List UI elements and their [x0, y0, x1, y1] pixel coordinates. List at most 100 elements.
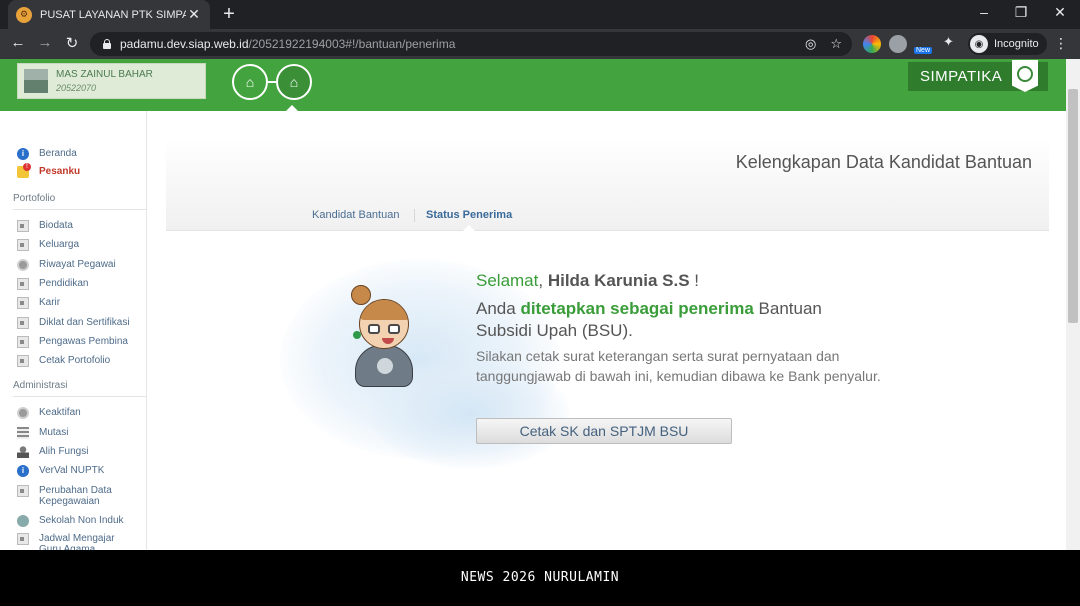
building-icon: ⌂: [245, 74, 255, 90]
close-window-icon[interactable]: ✕: [1050, 4, 1070, 21]
color-extension-icon[interactable]: [863, 35, 881, 53]
tracking-protection-icon[interactable]: ◎: [805, 36, 816, 52]
sidebar-item-label: Riwayat Pegawai: [39, 259, 116, 270]
tab-kandidat-bantuan[interactable]: Kandidat Bantuan: [312, 209, 399, 221]
brand-name: SIMPATIKA: [920, 68, 1003, 85]
active-tab-caret: [463, 225, 475, 231]
sidebar-item-label: Perubahan Data Kepegawaian: [39, 485, 112, 507]
user-name: MAS ZAINUL BAHAR: [56, 69, 153, 80]
sidebar-item-cetak-portofolio[interactable]: Cetak Portofolio: [17, 355, 110, 367]
portfolio-heading: Portofolio: [13, 193, 56, 204]
globe-extension-icon[interactable]: [889, 35, 907, 53]
sidebar-item-label: Sekolah Non Induk: [39, 515, 124, 526]
sidebar-item-label: Beranda: [39, 148, 77, 159]
puzzle-extensions-icon[interactable]: ✦: [943, 34, 961, 52]
user-card[interactable]: MAS ZAINUL BAHAR 20522070: [17, 63, 206, 99]
forward-icon[interactable]: →: [35, 34, 55, 51]
tab-status-penerima[interactable]: Status Penerima: [426, 209, 512, 221]
sidebar-item-label: Diklat dan Sertifikasi: [39, 317, 130, 328]
gear-icon: [17, 259, 29, 271]
sidebar-item-perubahan-data[interactable]: Perubahan Data Kepegawaian: [17, 485, 127, 507]
divider: [13, 396, 147, 397]
web-page: MAS ZAINUL BAHAR 20522070 ⌂ ⌂ SIMPATIKA …: [0, 59, 1080, 550]
sidebar-item-beranda[interactable]: i Beranda: [17, 148, 77, 160]
active-pointer: [285, 105, 299, 112]
new-extension-icon[interactable]: New: [914, 34, 936, 54]
simpatika-favicon-icon: ⚙: [16, 6, 32, 23]
network-icon: [17, 515, 29, 527]
browser-menu-icon[interactable]: ⋮: [1054, 35, 1068, 52]
screen: ⚙ PUSAT LAYANAN PTK SIMPATIKA ✕ + – ❐ ✕ …: [0, 0, 1080, 606]
sidebar-item-pendidikan[interactable]: Pendidikan: [17, 278, 88, 290]
watermark-bar: NEWS 2026 NURULAMIN: [0, 550, 1080, 606]
sidebar-item-karir[interactable]: Karir: [17, 297, 60, 309]
sidebar-item-label: Pesanku: [39, 166, 81, 177]
document-icon: [17, 220, 29, 232]
sidebar-item-mutasi[interactable]: Mutasi: [17, 427, 68, 439]
reload-icon[interactable]: ↻: [62, 34, 82, 52]
sidebar-item-sekolah-non-induk[interactable]: Sekolah Non Induk: [17, 515, 124, 527]
sidebar-item-keaktifan[interactable]: Keaktifan: [17, 407, 81, 419]
status-highlight: ditetapkan sebagai penerima: [520, 299, 754, 318]
avatar: [24, 69, 48, 93]
print-sk-button[interactable]: Cetak SK dan SPTJM BSU: [476, 418, 732, 444]
sidebar-item-pengawas-pembina[interactable]: Pengawas Pembina: [17, 336, 128, 348]
back-icon[interactable]: ←: [8, 34, 28, 51]
url-path: /20521922194003#!/bantuan/penerima: [248, 37, 456, 51]
address-bar[interactable]: padamu.dev.siap.web.id/20521922194003#!/…: [90, 32, 852, 56]
content-header: Kelengkapan Data Kandidat Bantuan Kandid…: [166, 137, 1049, 231]
document-icon: [17, 336, 29, 348]
greeting: Selamat, Hilda Karunia S.S !: [476, 271, 699, 291]
sidebar-item-label: VerVal NUPTK: [39, 465, 105, 476]
sidebar-item-pesanku[interactable]: Pesanku: [17, 163, 81, 178]
home-icon: ⌂: [289, 74, 299, 90]
tab-separator: [414, 209, 415, 222]
restore-icon[interactable]: ❐: [1011, 4, 1031, 21]
home-button[interactable]: ⌂: [276, 64, 312, 100]
sidebar-item-label: Karir: [39, 297, 61, 308]
sidebar-item-biodata[interactable]: Biodata: [17, 220, 73, 232]
sidebar-item-label: Pendidikan: [39, 278, 89, 289]
administration-heading: Administrasi: [13, 380, 68, 391]
sidebar-item-label: Biodata: [39, 220, 73, 231]
new-tab-icon[interactable]: +: [218, 3, 240, 26]
document-icon: [17, 485, 29, 497]
sidebar-item-label: Alih Fungsi: [39, 446, 89, 457]
gear-icon: [17, 407, 29, 419]
emblem-icon: [1012, 60, 1038, 92]
sidebar-item-verval-nuptk[interactable]: i VerVal NUPTK: [17, 465, 104, 477]
new-badge: New: [914, 47, 933, 54]
sidebar-item-label: Keluarga: [39, 239, 80, 250]
document-icon: [17, 355, 29, 367]
incognito-indicator[interactable]: ◉ Incognito: [968, 33, 1047, 55]
greeting-end: !: [689, 271, 699, 290]
sidebar-item-jadwal-mengajar[interactable]: Jadwal Mengajar Guru Agama: [17, 533, 127, 550]
document-icon: [17, 533, 29, 545]
scrollbar-thumb[interactable]: [1068, 89, 1078, 323]
incognito-label: Incognito: [994, 38, 1039, 50]
close-tab-icon[interactable]: ✕: [186, 6, 202, 23]
brand-logo: SIMPATIKA: [908, 60, 1048, 92]
greeting-word: Selamat: [476, 271, 539, 290]
page-scrollbar[interactable]: [1066, 59, 1080, 550]
sidebar-item-riwayat-pegawai[interactable]: Riwayat Pegawai: [17, 259, 116, 271]
sidebar-item-diklat[interactable]: Diklat dan Sertifikasi: [17, 317, 130, 329]
sidebar-item-keluarga[interactable]: Keluarga: [17, 239, 79, 251]
minimize-icon[interactable]: –: [974, 4, 994, 20]
browser-tab[interactable]: ⚙ PUSAT LAYANAN PTK SIMPATIKA ✕: [8, 0, 210, 29]
bookmark-star-icon[interactable]: ☆: [830, 36, 842, 52]
info-icon: i: [17, 465, 29, 477]
institution-button[interactable]: ⌂: [232, 64, 268, 100]
sidebar-item-alih-fungsi[interactable]: Alih Fungsi: [17, 446, 88, 458]
person-icon: [17, 446, 29, 458]
sidebar-item-label: Jadwal Mengajar Guru Agama: [39, 533, 115, 550]
sidebar-item-label: Keaktifan: [39, 407, 81, 418]
browser-tab-strip: ⚙ PUSAT LAYANAN PTK SIMPATIKA ✕ + – ❐ ✕: [0, 0, 1080, 29]
tab-title: PUSAT LAYANAN PTK SIMPATIKA: [40, 8, 186, 21]
mascot-illustration: [345, 285, 419, 393]
message-icon: [17, 163, 31, 178]
recipient-status: Anda ditetapkan sebagai penerima Bantuan…: [476, 298, 876, 342]
document-icon: [17, 317, 29, 329]
browser-toolbar: ← → ↻ padamu.dev.siap.web.id/20521922194…: [0, 29, 1080, 59]
sidebar-item-label: Cetak Portofolio: [39, 355, 111, 366]
